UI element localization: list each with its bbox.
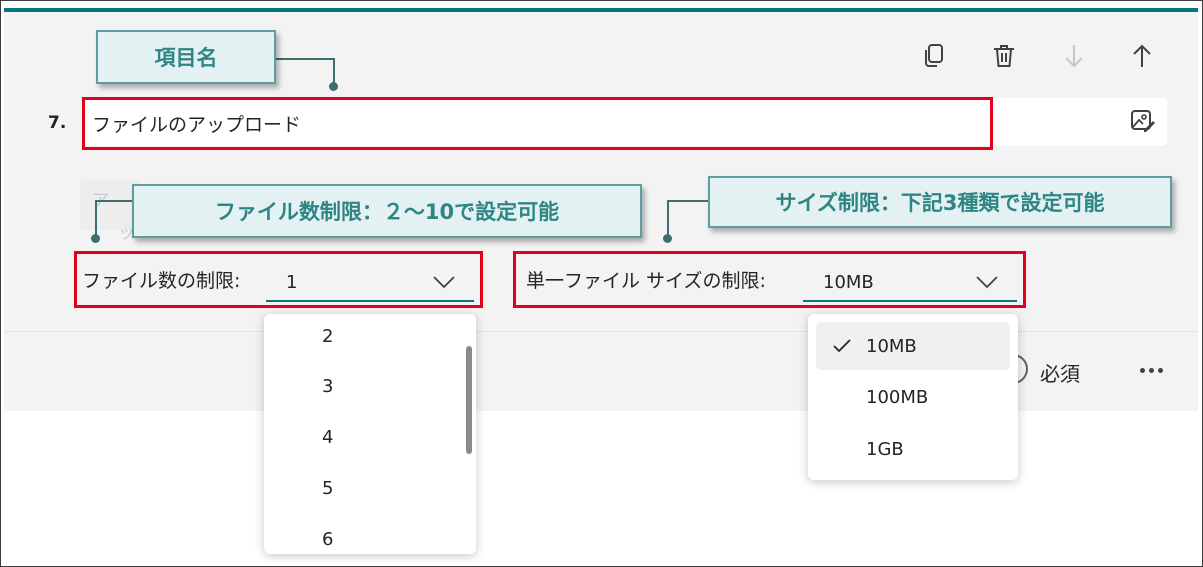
callout-connector	[667, 200, 709, 202]
card-accent-bar	[4, 8, 1198, 12]
arrow-down-icon[interactable]	[1058, 40, 1090, 72]
callout-size: サイズ制限：下記3種類で設定可能	[708, 176, 1172, 228]
dropdown-option[interactable]: 100MB	[866, 387, 928, 408]
question-number: 7.	[48, 113, 67, 133]
callout-connector	[95, 200, 133, 202]
dropdown-option[interactable]: 10MB	[866, 336, 917, 357]
callout-file-count: ファイル数制限：２～10で設定可能	[132, 184, 642, 238]
more-options-icon[interactable]	[1134, 358, 1168, 382]
callout-anchor-dot	[663, 234, 672, 243]
file-count-dropdown: 2 3 4 5 6	[264, 314, 476, 554]
dropdown-option[interactable]: 4	[322, 427, 333, 448]
annotation-box-file-size	[513, 251, 1026, 308]
callout-anchor-dot	[329, 82, 338, 91]
arrow-up-icon[interactable]	[1126, 40, 1158, 72]
dropdown-option[interactable]: 1GB	[866, 439, 904, 460]
file-size-dropdown: 10MB 100MB 1GB	[808, 314, 1018, 480]
annotation-box-title	[82, 97, 993, 150]
dropdown-option[interactable]: 6	[322, 529, 333, 550]
card-divider	[4, 331, 1198, 332]
dropdown-scrollbar[interactable]	[466, 346, 472, 454]
callout-item-name: 項目名	[96, 30, 276, 84]
dropdown-option[interactable]: 2	[322, 326, 333, 347]
checkmark-icon	[833, 339, 851, 353]
annotation-box-file-count	[74, 251, 483, 308]
copy-icon[interactable]	[918, 40, 950, 72]
callout-connector	[276, 58, 334, 60]
trash-icon[interactable]	[988, 40, 1020, 72]
dropdown-option[interactable]: 3	[322, 376, 333, 397]
required-label: 必須	[1040, 362, 1080, 386]
callout-anchor-dot	[91, 234, 100, 243]
dropdown-option[interactable]: 5	[322, 478, 333, 499]
callout-connector	[667, 200, 669, 238]
image-edit-icon[interactable]	[1128, 106, 1158, 136]
callout-connector	[95, 200, 97, 238]
